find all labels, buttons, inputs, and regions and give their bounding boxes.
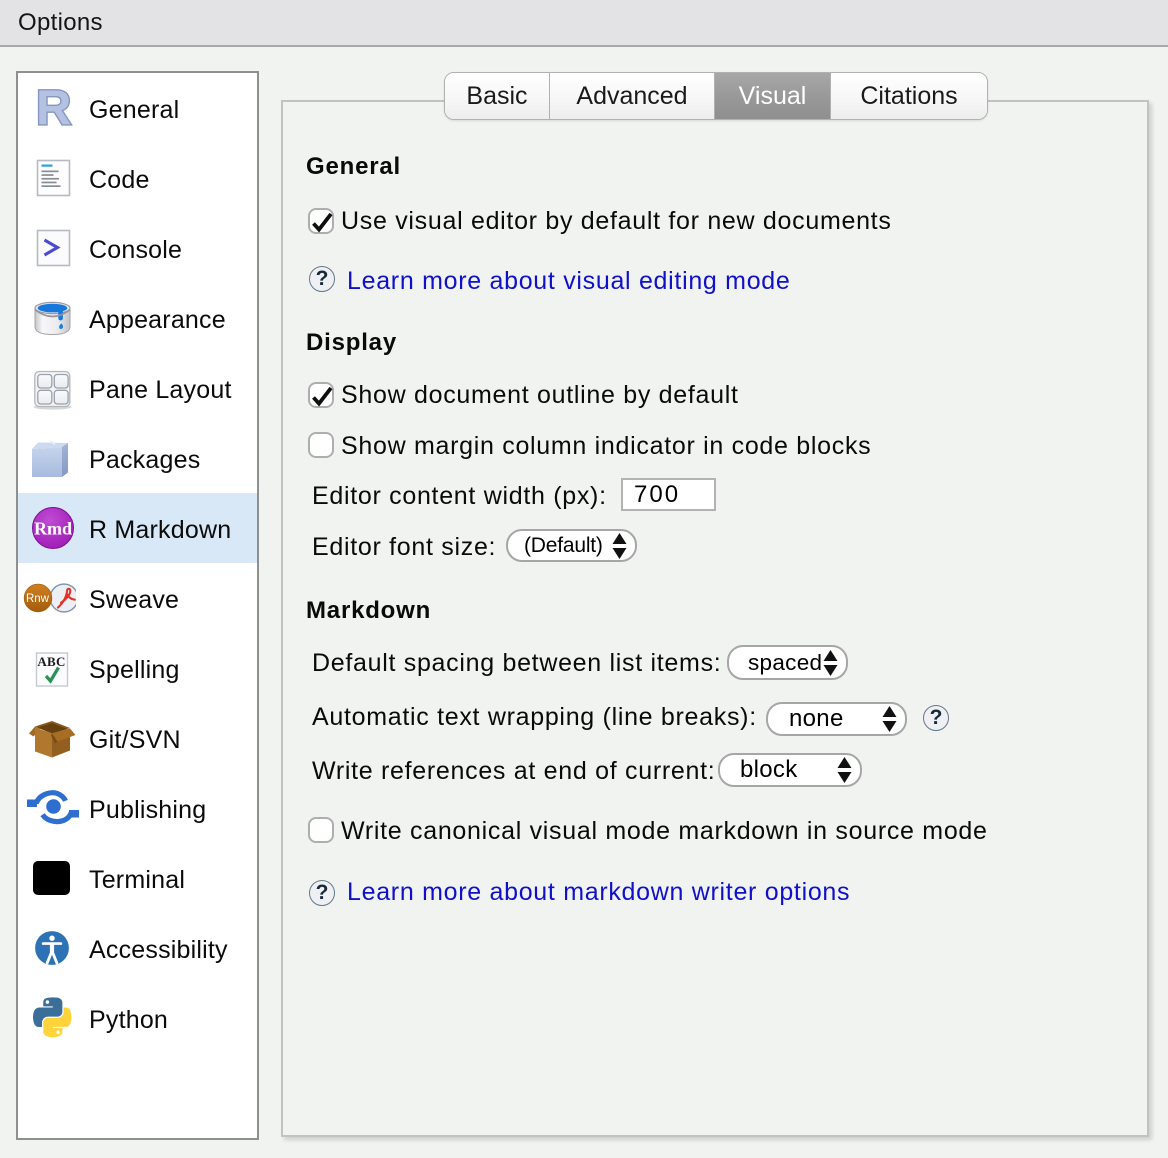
svg-text:Rmd: Rmd [34,519,72,539]
svg-text:ABC: ABC [37,654,65,669]
svg-text:Rnw: Rnw [26,593,50,605]
svg-text:R: R [36,86,71,130]
